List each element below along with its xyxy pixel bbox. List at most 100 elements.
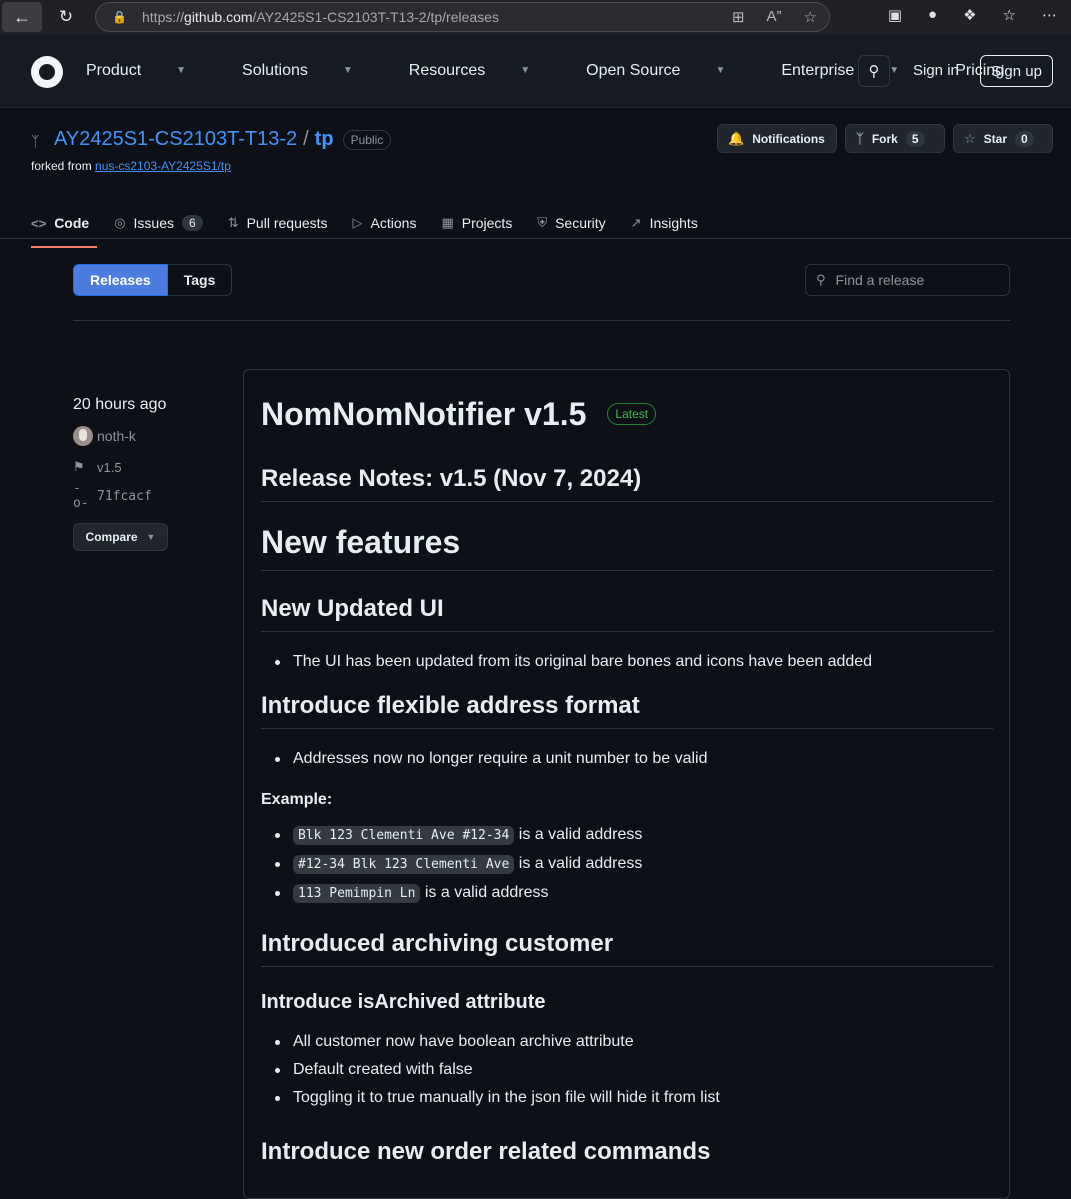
play-icon: ▷ xyxy=(352,215,363,230)
releases-tab-button[interactable]: Releases xyxy=(73,264,168,296)
copilot-icon[interactable]: ● xyxy=(928,6,937,24)
lock-icon: 🔒 xyxy=(112,10,127,24)
browser-toolbar: ← ↻ 🔒 https://github.com/AY2425S1-CS2103… xyxy=(0,0,1071,34)
find-release-placeholder: Find a release xyxy=(835,272,925,288)
divider xyxy=(73,320,1010,321)
fork-button[interactable]: ᛉ Fork 5 xyxy=(845,124,945,153)
isarchived-heading: Introduce isArchived attribute xyxy=(261,991,546,1013)
star-icon: ☆ xyxy=(964,130,976,146)
forked-from: forked from nus-cs2103-AY2425S1/tp xyxy=(31,159,231,173)
back-arrow-icon[interactable]: ← xyxy=(2,2,42,32)
new-features-heading: New features xyxy=(261,524,993,571)
ui-list: The UI has been updated from its origina… xyxy=(261,648,993,676)
read-aloud-icon[interactable]: A” xyxy=(767,8,782,26)
repo-title: AY2425S1-CS2103T-T13-2 / tp Public xyxy=(54,128,392,151)
latest-badge: Latest xyxy=(607,403,657,425)
address-bar[interactable]: 🔒 https://github.com/AY2425S1-CS2103T-T1… xyxy=(95,2,830,32)
tab-security[interactable]: ⛨ Security xyxy=(537,207,605,239)
tab-projects[interactable]: ▦ Projects xyxy=(441,207,512,239)
git-pull-request-icon: ⇅ xyxy=(227,215,239,230)
list-item: Toggling it to true manually in the json… xyxy=(261,1084,993,1112)
repo-owner-link[interactable]: AY2425S1-CS2103T-T13-2 xyxy=(54,128,297,151)
nav-solutions[interactable]: Solutions ▼ xyxy=(242,62,381,80)
nav-open-source[interactable]: Open Source ▼ xyxy=(586,62,753,80)
list-item: Blk 123 Clementi Ave #12-34 is a valid a… xyxy=(261,821,993,850)
archive-heading: Introduced archiving customer xyxy=(261,930,993,967)
compare-button[interactable]: Compare ▼ xyxy=(73,523,168,551)
list-item: All customer now have boolean archive at… xyxy=(261,1028,993,1056)
favorite-star-icon[interactable]: ☆ xyxy=(804,8,817,26)
ui-heading: New Updated UI xyxy=(261,595,993,632)
tag-icon: ⚑ xyxy=(73,459,85,474)
list-item: #12-34 Blk 123 Clementi Ave is a valid a… xyxy=(261,850,993,879)
graph-icon: ↗ xyxy=(630,215,642,230)
repo-tabs: <> Code ◎ Issues 6 ⇅ Pull requests ▷ Actions … xyxy=(31,207,723,248)
issue-opened-icon: ◎ xyxy=(114,215,126,230)
avatar xyxy=(73,426,93,446)
more-options-icon[interactable]: ⋯ xyxy=(1042,6,1057,24)
address-list: Addresses now no longer require a unit n… xyxy=(261,745,993,773)
nav-product[interactable]: Product ▼ xyxy=(86,62,214,80)
search-button[interactable]: ⚲ xyxy=(858,55,890,87)
sign-in-link[interactable]: Sign in xyxy=(913,62,959,79)
list-item: Default created with false xyxy=(261,1056,993,1084)
address-heading: Introduce flexible address format xyxy=(261,692,993,729)
tab-insights[interactable]: ↗ Insights xyxy=(631,207,698,239)
example-label: Example: xyxy=(261,791,333,808)
star-count: 0 xyxy=(1015,130,1034,147)
notifications-button[interactable]: 🔔 Notifications xyxy=(717,124,837,153)
issues-count: 6 xyxy=(182,215,203,231)
nav-enterprise[interactable]: Enterprise ▼ xyxy=(781,62,927,80)
tab-pull-requests[interactable]: ⇅ Pull requests xyxy=(228,207,328,239)
site-header: Product ▼ Solutions ▼ Resources ▼ Open Sour… xyxy=(0,34,1071,108)
list-item: Addresses now no longer require a unit n… xyxy=(261,745,993,773)
release-title-link[interactable]: NomNomNotifier v1.5 xyxy=(261,396,586,433)
tab-code[interactable]: <> Code xyxy=(31,207,98,248)
release-meta: 20 hours ago noth-k ⚑ v1.5 -o- 71fcacf Com… xyxy=(73,396,168,551)
extensions-icon[interactable]: ❖ xyxy=(963,6,976,24)
archive-list: All customer now have boolean archive at… xyxy=(261,1028,993,1112)
release-title: NomNomNotifier v1.5 Latest xyxy=(261,392,993,436)
chevron-down-icon: ▼ xyxy=(889,65,900,76)
repo-forked-icon: ᛉ xyxy=(31,133,40,149)
tab-issues[interactable]: ◎ Issues 6 xyxy=(114,207,203,239)
example-list: Blk 123 Clementi Ave #12-34 is a valid a… xyxy=(261,821,993,908)
table-icon: ▦ xyxy=(441,215,454,230)
visibility-badge: Public xyxy=(342,129,392,150)
release-tag[interactable]: ⚑ v1.5 xyxy=(73,459,168,475)
fork-icon: ᛉ xyxy=(856,131,864,146)
order-heading: Introduce new order related commands xyxy=(261,1138,711,1165)
app-available-icon[interactable]: ⊞ xyxy=(732,8,745,26)
release-commit[interactable]: -o- 71fcacf xyxy=(73,481,168,511)
repo-header: ᛉ AY2425S1-CS2103T-T13-2 / tp Public for… xyxy=(0,108,1071,248)
tags-tab-button[interactable]: Tags xyxy=(167,264,233,296)
release-author[interactable]: noth-k xyxy=(73,426,168,446)
reading-view-icon[interactable]: ▣ xyxy=(888,6,902,24)
chevron-down-icon: ▼ xyxy=(715,65,726,76)
code-icon: <> xyxy=(31,215,47,231)
list-item: The UI has been updated from its origina… xyxy=(261,648,993,676)
favorites-icon[interactable]: ☆ xyxy=(1003,6,1016,24)
chevron-down-icon: ▼ xyxy=(146,532,156,542)
forked-from-link[interactable]: nus-cs2103-AY2425S1/tp xyxy=(95,159,231,173)
chevron-down-icon: ▼ xyxy=(520,65,531,76)
sign-up-button[interactable]: Sign up xyxy=(980,55,1053,87)
search-icon: ⚲ xyxy=(816,272,826,287)
repo-name-link[interactable]: tp xyxy=(315,128,334,151)
nav-resources[interactable]: Resources ▼ xyxy=(409,62,558,80)
url-text: https://github.com/AY2425S1-CS2103T-T13-… xyxy=(142,9,499,25)
find-release-input[interactable]: ⚲ Find a release xyxy=(805,264,1010,296)
list-item: 113 Pemimpin Ln is a valid address xyxy=(261,879,993,908)
git-commit-icon: -o- xyxy=(73,481,89,511)
release-time: 20 hours ago xyxy=(73,396,167,413)
release-card: NomNomNotifier v1.5 Latest Release Notes… xyxy=(243,369,1010,1199)
tab-actions[interactable]: ▷ Actions xyxy=(353,207,417,239)
shield-icon: ⛨ xyxy=(537,215,548,230)
chevron-down-icon: ▼ xyxy=(176,65,187,76)
star-button[interactable]: ☆ Star 0 xyxy=(953,124,1053,153)
site-nav: Product ▼ Solutions ▼ Resources ▼ Open Sour… xyxy=(86,62,1032,80)
search-icon: ⚲ xyxy=(868,63,880,80)
github-logo-icon[interactable] xyxy=(31,56,63,88)
reload-icon[interactable]: ↻ xyxy=(48,2,84,32)
releases-subnav: Releases Tags xyxy=(73,264,233,296)
